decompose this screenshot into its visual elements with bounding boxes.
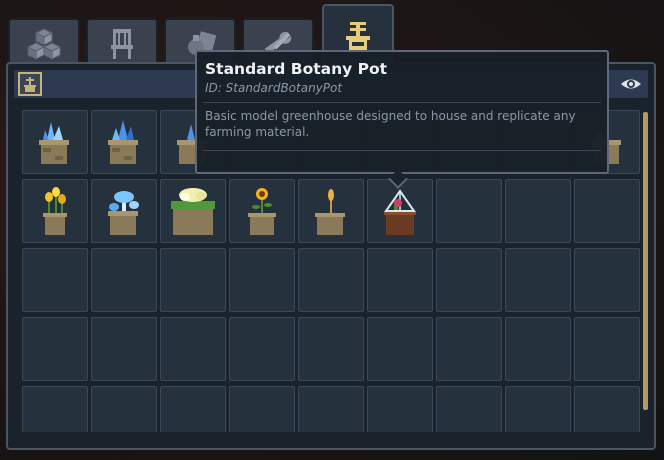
slot-empty[interactable] <box>298 248 364 312</box>
slot-empty[interactable] <box>22 317 88 381</box>
category-botany-icon[interactable] <box>18 72 42 96</box>
slot-empty[interactable] <box>367 248 433 312</box>
slot-empty[interactable] <box>160 248 226 312</box>
slot-empty[interactable] <box>160 386 226 432</box>
slot-empty[interactable] <box>505 317 571 381</box>
standard-botany-pot-icon <box>384 189 416 235</box>
slot-empty[interactable] <box>505 248 571 312</box>
slot-empty[interactable] <box>229 317 295 381</box>
slot-empty[interactable] <box>574 248 640 312</box>
blue-mushroom-pot-icon <box>108 191 139 235</box>
tab-furniture[interactable] <box>86 18 158 66</box>
slot-empty[interactable] <box>574 386 640 432</box>
slot-sunflower-pot[interactable] <box>229 179 295 243</box>
white-flower-pot-icon <box>171 188 215 235</box>
slot-empty[interactable] <box>229 248 295 312</box>
slot-yellow-tulip-pot[interactable] <box>22 179 88 243</box>
botany-pot-icon <box>346 22 370 50</box>
blue-crystal-pot-icon <box>39 122 69 164</box>
slot-blue-mushroom-pot[interactable] <box>91 179 157 243</box>
slot-wheat-pot[interactable] <box>298 179 364 243</box>
slot-blue-crystal-pot[interactable] <box>91 110 157 174</box>
blue-crystal-pot-icon <box>108 120 138 164</box>
yellow-tulip-pot-icon <box>43 187 67 235</box>
item-tooltip: Standard Botany Pot ID: StandardBotanyPo… <box>195 50 609 189</box>
slot-empty[interactable] <box>22 248 88 312</box>
tab-blocks[interactable] <box>8 18 80 66</box>
slot-empty[interactable] <box>574 179 640 243</box>
slot-blue-crystal-pot[interactable] <box>22 110 88 174</box>
slot-empty[interactable] <box>91 317 157 381</box>
slot-empty[interactable] <box>574 317 640 381</box>
slot-empty[interactable] <box>436 317 502 381</box>
tooltip-divider <box>203 150 601 151</box>
sunflower-pot-icon <box>248 188 276 235</box>
slot-empty[interactable] <box>367 386 433 432</box>
slot-white-flower-hanging-pot[interactable] <box>160 179 226 243</box>
eye-icon[interactable] <box>620 74 642 94</box>
cubes-icon <box>26 28 62 60</box>
wheat-pot-icon <box>315 189 345 235</box>
slot-empty[interactable] <box>229 386 295 432</box>
slot-empty[interactable] <box>298 317 364 381</box>
chair-icon <box>111 29 133 59</box>
tooltip-title: Standard Botany Pot <box>205 60 388 78</box>
slot-empty[interactable] <box>505 386 571 432</box>
tooltip-description: Basic model greenhouse designed to house… <box>205 109 576 139</box>
slot-standard-botany-pot[interactable] <box>367 179 433 243</box>
tooltip-divider <box>203 102 601 103</box>
slot-empty[interactable] <box>91 386 157 432</box>
slot-empty[interactable] <box>505 179 571 243</box>
slot-empty[interactable] <box>298 386 364 432</box>
inventory-scrollbar[interactable] <box>643 112 648 410</box>
slot-empty[interactable] <box>367 317 433 381</box>
slot-empty[interactable] <box>436 248 502 312</box>
slot-empty[interactable] <box>436 179 502 243</box>
slot-empty[interactable] <box>22 386 88 432</box>
slot-empty[interactable] <box>436 386 502 432</box>
slot-empty[interactable] <box>91 248 157 312</box>
tooltip-item-id: ID: StandardBotanyPot <box>205 81 343 95</box>
slot-empty[interactable] <box>160 317 226 381</box>
